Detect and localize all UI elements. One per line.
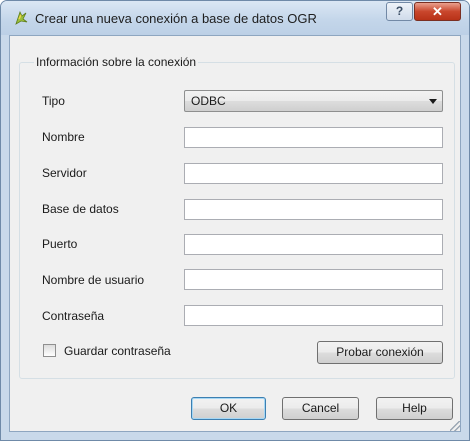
probar-conexion-button[interactable]: Probar conexión bbox=[317, 341, 443, 364]
title-help-button[interactable]: ? bbox=[386, 2, 413, 21]
tipo-select[interactable]: ODBC bbox=[184, 90, 443, 112]
puerto-label: Puerto bbox=[42, 237, 78, 251]
servidor-label: Servidor bbox=[42, 166, 87, 180]
puerto-input[interactable] bbox=[184, 234, 443, 255]
cancel-button[interactable]: Cancel bbox=[282, 397, 359, 420]
guardar-contrasena-label[interactable]: Guardar contraseña bbox=[64, 344, 171, 358]
qgis-app-icon bbox=[15, 10, 28, 25]
base-datos-label: Base de datos bbox=[42, 202, 119, 216]
ok-button[interactable]: OK bbox=[191, 397, 266, 420]
help-button[interactable]: Help bbox=[376, 397, 453, 420]
tipo-selected-value: ODBC bbox=[191, 94, 226, 108]
close-button[interactable]: ✕ bbox=[414, 2, 461, 21]
nombre-input[interactable] bbox=[184, 127, 443, 148]
window-title: Crear una nueva conexión a base de datos… bbox=[35, 11, 317, 26]
servidor-input[interactable] bbox=[184, 163, 443, 184]
chevron-down-icon bbox=[429, 99, 437, 104]
usuario-input[interactable] bbox=[184, 269, 443, 290]
title-bar[interactable]: Crear una nueva conexión a base de datos… bbox=[1, 1, 469, 35]
resize-grip-icon[interactable] bbox=[450, 421, 460, 431]
tipo-label: Tipo bbox=[42, 94, 65, 108]
guardar-contrasena-checkbox[interactable] bbox=[43, 344, 56, 357]
base-datos-input[interactable] bbox=[184, 199, 443, 220]
usuario-label: Nombre de usuario bbox=[42, 273, 145, 287]
contrasena-input[interactable] bbox=[184, 305, 443, 326]
group-title: Información sobre la conexión bbox=[34, 55, 199, 69]
nombre-label: Nombre bbox=[42, 130, 85, 144]
contrasena-label: Contraseña bbox=[42, 309, 105, 323]
